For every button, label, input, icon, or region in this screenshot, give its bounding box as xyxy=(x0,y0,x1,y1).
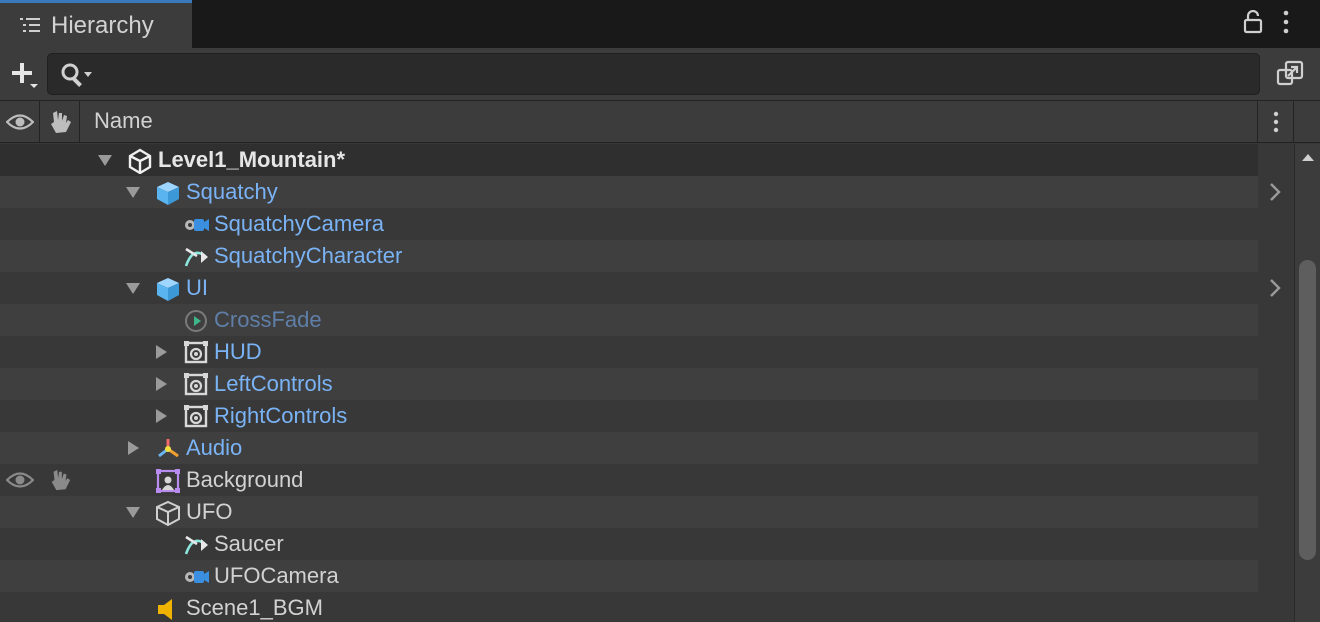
override-cell xyxy=(1258,400,1294,432)
tree-item-label: Saucer xyxy=(214,531,284,556)
pickability-column-header[interactable] xyxy=(40,101,80,143)
scrollbar-thumb[interactable] xyxy=(1299,260,1316,560)
tree-item-label: UI xyxy=(186,275,208,300)
expand-arrow-down-icon[interactable] xyxy=(126,505,140,519)
expand-arrow-right-icon[interactable] xyxy=(154,409,168,423)
tree-item-label: LeftControls xyxy=(214,371,333,396)
prefab-cube-icon xyxy=(157,278,179,301)
tree-row[interactable]: Audio xyxy=(0,432,1258,464)
vertical-scrollbar[interactable] xyxy=(1294,144,1320,622)
override-cell xyxy=(1258,208,1294,240)
ui-document-icon xyxy=(184,405,208,428)
unity-scene-icon xyxy=(128,148,152,174)
tree-row[interactable]: SquatchyCharacter xyxy=(0,240,1258,272)
list-icon xyxy=(20,18,40,32)
tree-row[interactable]: Squatchy xyxy=(0,176,1258,208)
override-cell xyxy=(1258,304,1294,336)
tree-row[interactable]: UI xyxy=(0,272,1258,304)
tree-item-label: SquatchyCamera xyxy=(214,211,384,236)
tree-row[interactable]: RightControls xyxy=(0,400,1258,432)
spline-icon xyxy=(184,535,208,555)
override-cell[interactable] xyxy=(1258,176,1294,208)
override-cell xyxy=(1258,592,1294,622)
override-cell[interactable] xyxy=(1258,272,1294,304)
tree-item-label: Background xyxy=(186,467,304,492)
tree-row[interactable]: UFO xyxy=(0,496,1258,528)
tree-item-label: RightControls xyxy=(214,403,348,428)
expand-arrow-down-icon[interactable] xyxy=(126,281,140,295)
scroll-up-arrow-icon[interactable] xyxy=(1301,152,1315,162)
audio-source-icon xyxy=(158,599,172,620)
tree-item-label: UFO xyxy=(186,499,233,524)
lock-icon[interactable] xyxy=(1242,10,1264,34)
tab-label: Hierarchy xyxy=(51,12,154,39)
prefab-cube-icon xyxy=(157,182,179,205)
animation-play-icon xyxy=(185,310,207,332)
tree-item-label: HUD xyxy=(214,339,262,364)
tree-row[interactable]: Saucer xyxy=(0,528,1258,560)
cinemachine-camera-icon xyxy=(185,219,209,231)
tree-item-label: Level1_Mountain* xyxy=(158,147,346,172)
expand-arrow-down-icon[interactable] xyxy=(98,153,112,167)
eye-icon xyxy=(6,114,34,130)
override-cell xyxy=(1258,432,1294,464)
tree-item-label: Scene1_BGM xyxy=(186,595,323,620)
expand-arrow-down-icon[interactable] xyxy=(126,185,140,199)
override-column xyxy=(1258,144,1294,622)
sprite-shape-icon xyxy=(156,469,180,493)
hand-icon[interactable] xyxy=(48,468,72,492)
audio-axis-icon xyxy=(158,439,179,458)
tab-bar: Hierarchy xyxy=(0,0,1320,48)
tree-item-label: CrossFade xyxy=(214,307,322,332)
name-header-label: Name xyxy=(94,108,153,133)
header-menu[interactable] xyxy=(1258,101,1294,143)
expand-arrow-right-icon[interactable] xyxy=(126,441,140,455)
expand-arrow-right-icon[interactable] xyxy=(154,377,168,391)
override-cell xyxy=(1258,240,1294,272)
tree-row[interactable]: UFOCamera xyxy=(0,560,1258,592)
override-cell xyxy=(1258,528,1294,560)
search-field[interactable] xyxy=(47,53,1260,95)
gameobject-cube-icon xyxy=(156,500,180,526)
tree-item-label: Squatchy xyxy=(186,179,278,204)
tree-row[interactable]: SquatchyCamera xyxy=(0,208,1258,240)
tree-row[interactable]: Background xyxy=(0,464,1258,496)
tab-hierarchy[interactable]: Hierarchy xyxy=(0,0,192,48)
chevron-right-icon[interactable] xyxy=(1268,182,1282,202)
tree-row[interactable]: Scene1_BGM xyxy=(0,592,1258,622)
open-scene-link-icon[interactable] xyxy=(1274,58,1306,90)
kebab-menu-icon xyxy=(1273,111,1279,133)
kebab-menu-icon[interactable] xyxy=(1280,10,1292,34)
cinemachine-camera-icon xyxy=(185,571,209,583)
ui-document-icon xyxy=(184,341,208,364)
search-dropdown-icon[interactable] xyxy=(60,62,96,88)
plus-dropdown-icon[interactable] xyxy=(8,58,40,90)
override-cell xyxy=(1258,560,1294,592)
chevron-right-icon[interactable] xyxy=(1268,278,1282,298)
column-header: Name xyxy=(0,100,1320,143)
tree-item-label: SquatchyCharacter xyxy=(214,243,403,268)
tree-item-label: Audio xyxy=(186,435,243,460)
search-input[interactable] xyxy=(104,60,1244,88)
expand-arrow-right-icon[interactable] xyxy=(154,345,168,359)
hierarchy-tree: Level1_Mountain* Squatchy SquatchyCamera Sq… xyxy=(0,144,1258,622)
tree-row[interactable]: CrossFade xyxy=(0,304,1258,336)
override-cell xyxy=(1258,464,1294,496)
override-cell xyxy=(1258,336,1294,368)
tree-row[interactable]: Level1_Mountain* xyxy=(0,144,1258,176)
hand-icon xyxy=(51,111,71,133)
spline-icon xyxy=(184,247,208,267)
eye-icon[interactable] xyxy=(6,470,34,490)
tree-row[interactable]: LeftControls xyxy=(0,368,1258,400)
override-cell xyxy=(1258,368,1294,400)
tree-row[interactable]: HUD xyxy=(0,336,1258,368)
tree-item-label: UFOCamera xyxy=(214,563,339,588)
override-cell xyxy=(1258,496,1294,528)
override-cell xyxy=(1258,144,1294,176)
name-column-header[interactable]: Name xyxy=(80,101,1258,143)
toolbar xyxy=(0,48,1320,100)
ui-document-icon xyxy=(184,373,208,396)
visibility-column-header[interactable] xyxy=(0,101,40,143)
